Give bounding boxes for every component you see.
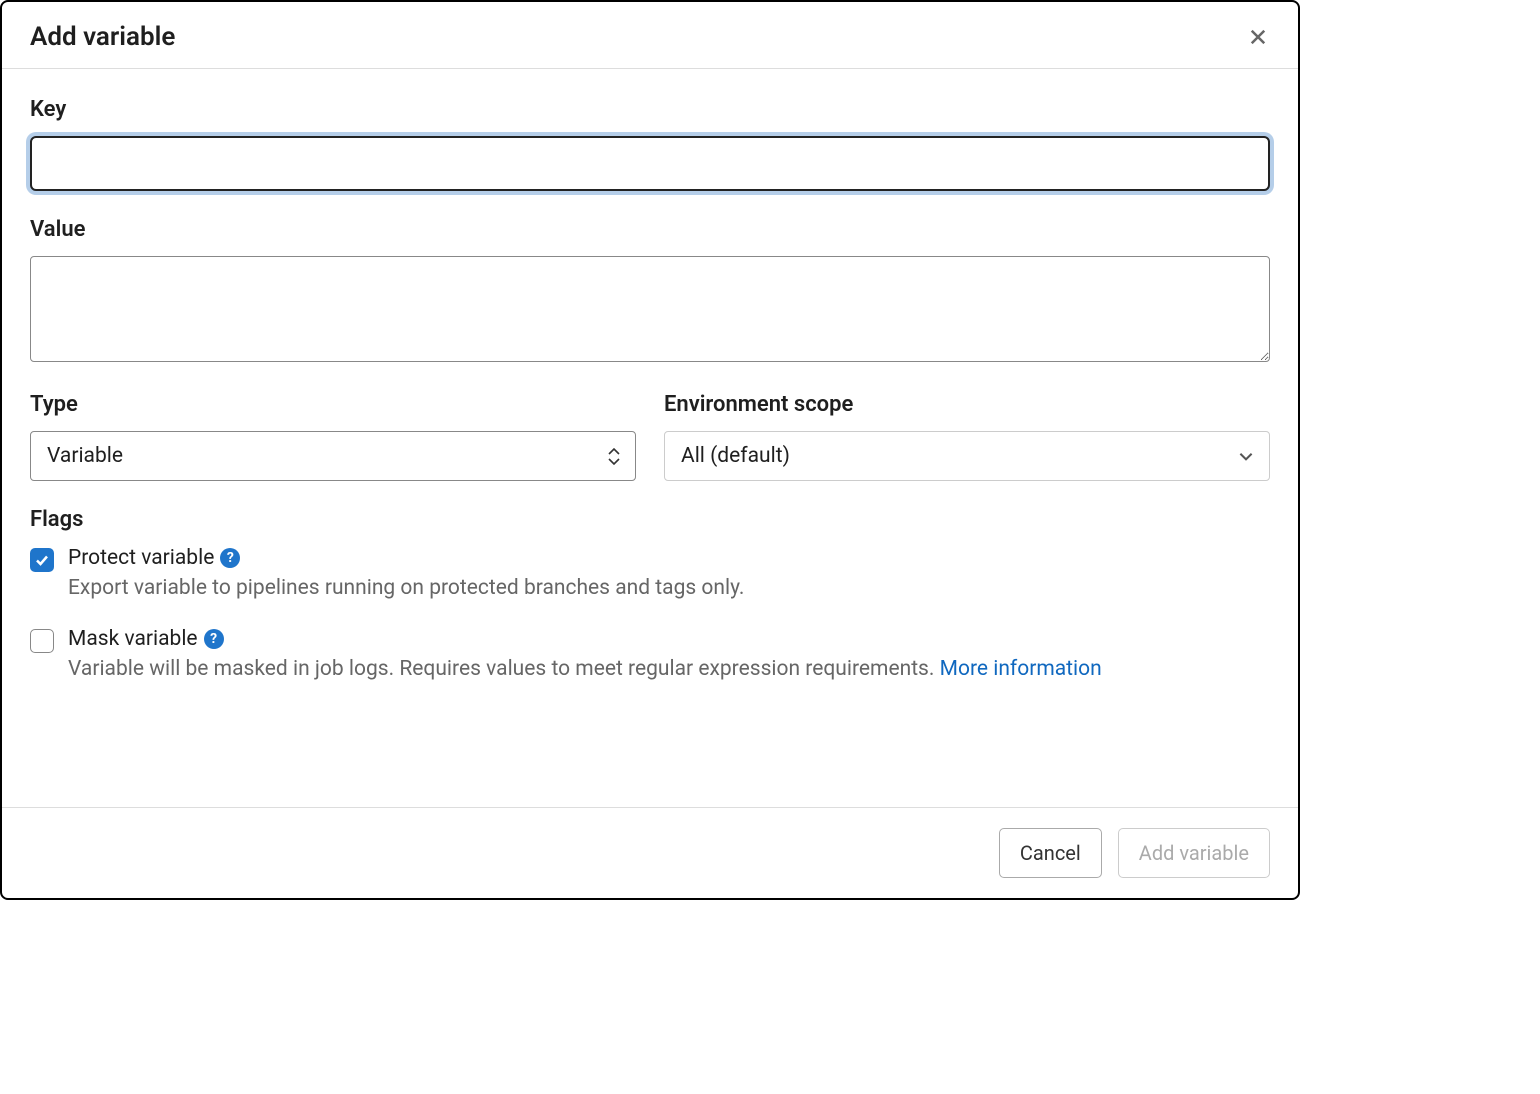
- more-information-link[interactable]: More information: [940, 657, 1102, 681]
- mask-title: Mask variable: [68, 627, 198, 651]
- modal-footer: Cancel Add variable: [2, 807, 1298, 898]
- modal-title: Add variable: [30, 22, 175, 52]
- mask-title-row: Mask variable ?: [68, 627, 1270, 651]
- cancel-button[interactable]: Cancel: [999, 828, 1102, 878]
- value-textarea[interactable]: [30, 256, 1270, 362]
- close-button[interactable]: [1246, 25, 1270, 49]
- mask-variable-flag: Mask variable ? Variable will be masked …: [30, 627, 1270, 684]
- protect-variable-flag: Protect variable ? Export variable to pi…: [30, 546, 1270, 603]
- protect-title-row: Protect variable ?: [68, 546, 1270, 570]
- type-field: Type Variable: [30, 392, 636, 481]
- type-selected-value: Variable: [47, 444, 123, 468]
- env-scope-select[interactable]: All (default): [664, 431, 1270, 481]
- env-scope-label: Environment scope: [664, 392, 1270, 417]
- type-select[interactable]: Variable: [30, 431, 636, 481]
- modal-body: Key Value Type Variable Environment scop…: [2, 69, 1298, 807]
- mask-desc: Variable will be masked in job logs. Req…: [68, 655, 1270, 684]
- value-label: Value: [30, 217, 1270, 242]
- value-field: Value: [30, 217, 1270, 366]
- checkmark-icon: [34, 552, 50, 568]
- protect-content: Protect variable ? Export variable to pi…: [68, 546, 1270, 603]
- flags-section: Flags Protect variable ? Export variable…: [30, 507, 1270, 685]
- key-label: Key: [30, 97, 1270, 122]
- modal-header: Add variable: [2, 2, 1298, 69]
- env-scope-field: Environment scope All (default): [664, 392, 1270, 481]
- add-variable-button[interactable]: Add variable: [1118, 828, 1270, 878]
- mask-content: Mask variable ? Variable will be masked …: [68, 627, 1270, 684]
- close-icon: [1248, 27, 1268, 47]
- updown-icon: [607, 448, 621, 465]
- flags-label: Flags: [30, 507, 1270, 532]
- type-label: Type: [30, 392, 636, 417]
- protect-checkbox[interactable]: [30, 548, 54, 572]
- mask-desc-text: Variable will be masked in job logs. Req…: [68, 657, 940, 681]
- type-scope-row: Type Variable Environment scope All (def…: [30, 392, 1270, 481]
- mask-checkbox[interactable]: [30, 629, 54, 653]
- help-icon[interactable]: ?: [220, 548, 240, 568]
- protect-desc: Export variable to pipelines running on …: [68, 574, 1270, 603]
- chevron-down-icon: [1237, 447, 1255, 465]
- key-input[interactable]: [30, 136, 1270, 191]
- protect-title: Protect variable: [68, 546, 214, 570]
- env-scope-selected-value: All (default): [681, 444, 790, 468]
- key-field: Key: [30, 97, 1270, 191]
- help-icon[interactable]: ?: [204, 629, 224, 649]
